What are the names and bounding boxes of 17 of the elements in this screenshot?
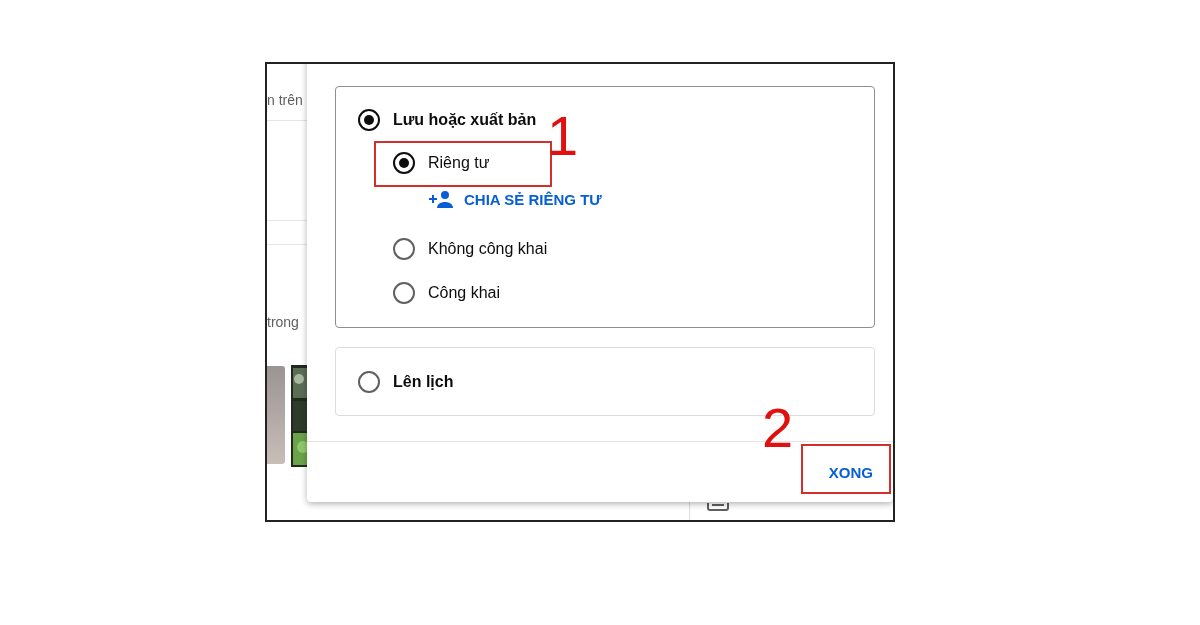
option-label: Lên lịch [393,372,454,391]
radio-button[interactable] [393,152,415,174]
radio-button[interactable] [358,109,380,131]
radio-button[interactable] [393,238,415,260]
add-person-icon [428,190,454,208]
option-label: Riêng tư [428,154,490,172]
background-text: n trên [267,92,303,108]
radio-button[interactable] [393,282,415,304]
step-number: 1 [547,108,579,164]
option-label: Công khai [428,284,501,302]
background-text: trong [267,314,299,330]
radio-button[interactable] [358,370,380,393]
option-label: Lưu hoặc xuất bản [393,111,537,129]
done-button[interactable]: XONG [826,455,875,489]
option-label: Không công khai [428,240,548,258]
share-link[interactable]: CHIA SẺ RIÊNG TƯ [464,190,602,208]
step-number: 2 [762,400,794,456]
